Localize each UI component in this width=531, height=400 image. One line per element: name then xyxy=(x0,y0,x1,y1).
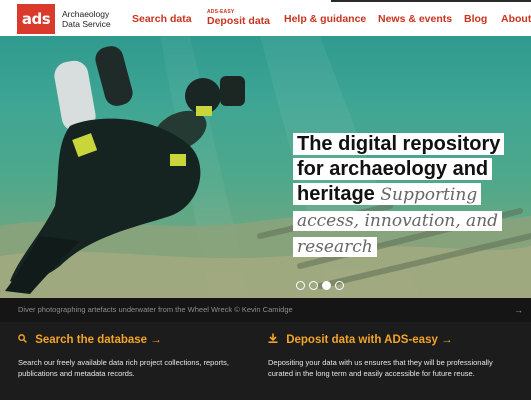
deposit-card: Deposit data with ADS-easy → Depositing … xyxy=(268,332,518,379)
caption-next-arrow-icon[interactable]: → xyxy=(514,298,523,322)
carousel-dot-2[interactable] xyxy=(309,281,318,290)
logo-line-1: Archaeology xyxy=(62,9,110,19)
nav-search-data[interactable]: Search data xyxy=(132,2,192,36)
carousel-dot-4[interactable] xyxy=(335,281,344,290)
hero-heading: The digital repository for archaeology a… xyxy=(293,132,531,260)
search-card-body: Search our freely available data rich pr… xyxy=(18,358,229,378)
search-card-arrow-icon: → xyxy=(150,334,162,346)
hero-line-3-bold: heritage xyxy=(297,183,375,205)
nav-help-guidance[interactable]: Help & guidance xyxy=(284,2,366,36)
hero-line-3-italic: Supporting xyxy=(380,185,478,205)
caption-text: Diver photographing artefacts underwater… xyxy=(18,305,293,314)
deposit-card-title: Deposit data with ADS-easy xyxy=(286,334,438,346)
search-icon xyxy=(18,334,30,346)
carousel-dot-3[interactable] xyxy=(322,281,331,290)
search-card-title: Search the database xyxy=(35,334,148,346)
logo-text: Archaeology Data Service xyxy=(62,9,111,29)
deposit-card-arrow-icon: → xyxy=(441,334,453,346)
nav-blog[interactable]: Blog xyxy=(464,2,487,36)
logo-line-2: Data Service xyxy=(62,19,111,29)
deposit-card-body: Depositing your data with us ensures tha… xyxy=(268,358,493,378)
download-icon xyxy=(268,333,281,346)
nav-deposit-badge: ADS-EASY xyxy=(207,9,235,15)
search-card: Search the database → Search our freely … xyxy=(18,332,258,379)
site-header: ads Archaeology Data Service Search data… xyxy=(0,2,531,36)
hero-line-4: access, innovation, and xyxy=(293,211,503,231)
feature-cards: Search the database → Search our freely … xyxy=(0,322,531,400)
nav-about[interactable]: About xyxy=(501,2,531,36)
nav-deposit-data[interactable]: ADS-EASY Deposit data xyxy=(207,2,270,36)
ads-logo[interactable]: ads xyxy=(17,4,55,34)
carousel-dot-1[interactable] xyxy=(296,281,305,290)
carousel-dots xyxy=(296,281,344,290)
nav-news-events[interactable]: News & events xyxy=(378,2,452,36)
hero-line-1: The digital repository xyxy=(293,133,505,155)
search-card-title-link[interactable]: Search the database → xyxy=(18,332,258,348)
nav-deposit-label: Deposit data xyxy=(207,15,271,27)
image-caption: Diver photographing artefacts underwater… xyxy=(0,298,531,322)
deposit-card-title-link[interactable]: Deposit data with ADS-easy → xyxy=(268,332,518,348)
hero-line-5: research xyxy=(293,237,377,257)
hero-banner: The digital repository for archaeology a… xyxy=(0,36,531,298)
hero-line-2: for archaeology and xyxy=(293,158,493,180)
